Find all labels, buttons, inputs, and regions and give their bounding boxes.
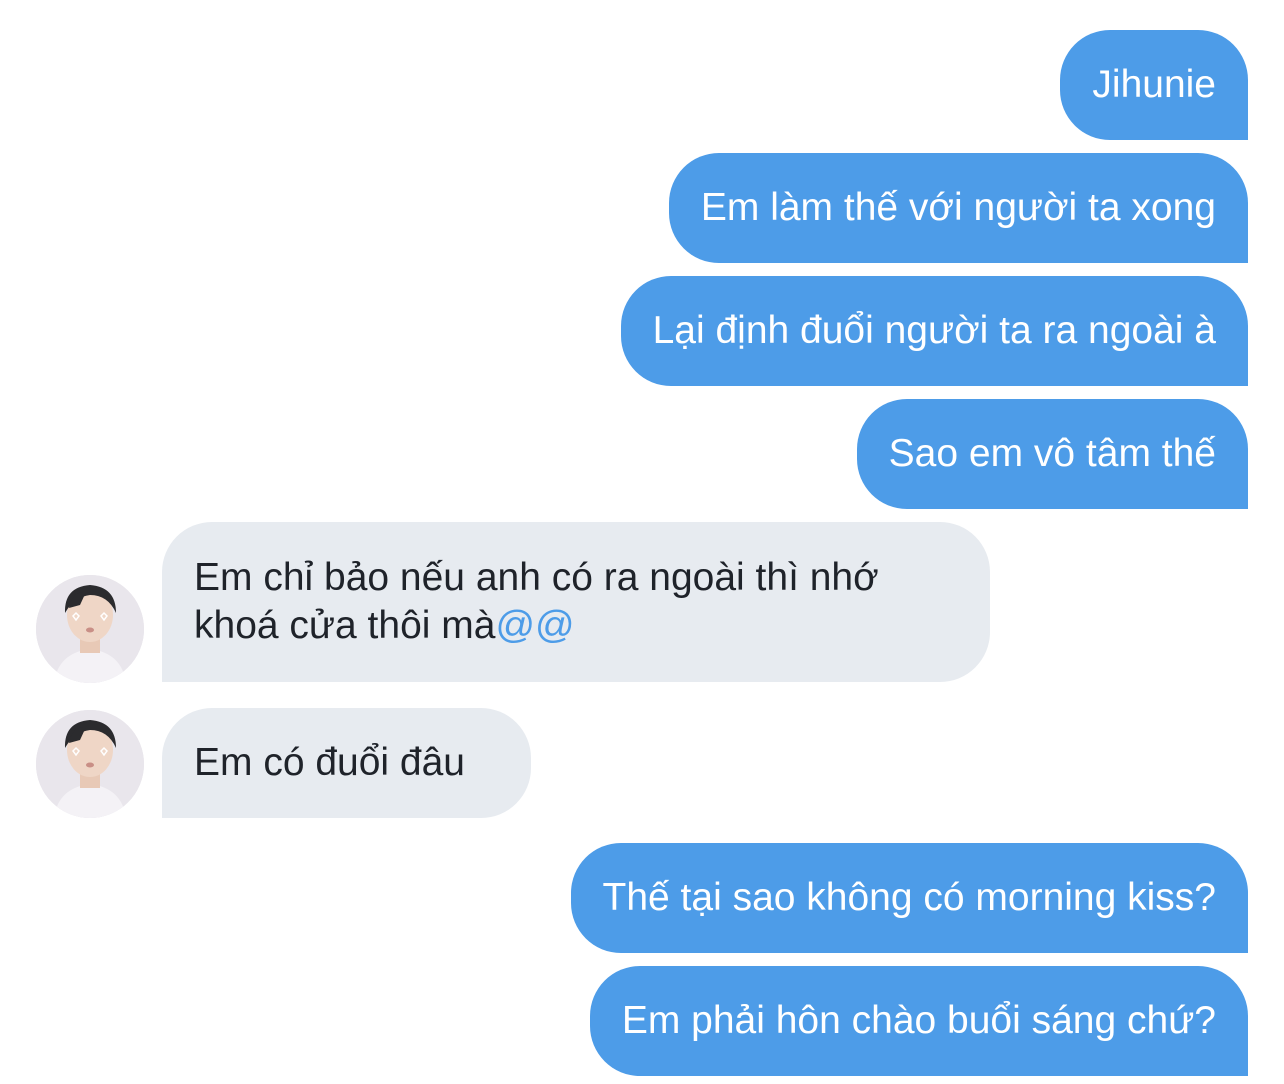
message-text: Jihunie xyxy=(1092,63,1216,106)
message-bubble-outgoing[interactable]: Em làm thế với người ta xong xyxy=(668,153,1248,263)
message-bubble-outgoing[interactable]: Jihunie xyxy=(1060,30,1248,140)
message-text: Lại định đuổi người ta ra ngoài à xyxy=(652,309,1216,352)
message-bubble-outgoing[interactable]: Lại định đuổi người ta ra ngoài à xyxy=(620,276,1248,386)
message-text: Sao em vô tâm thế xyxy=(888,432,1216,475)
message-text: Em làm thế với người ta xong xyxy=(700,186,1216,229)
avatar-photo xyxy=(36,575,144,683)
message-bubble-outgoing[interactable]: Em phải hôn chào buổi sáng chứ? xyxy=(589,966,1248,1076)
message-bubble-outgoing[interactable]: Thế tại sao không có morning kiss? xyxy=(570,843,1248,953)
message-text: Em phải hôn chào buổi sáng chứ? xyxy=(621,999,1216,1042)
message-bubble-incoming[interactable]: Em chỉ bảo nếu anh có ra ngoài thì nhớ k… xyxy=(162,522,990,682)
avatar[interactable] xyxy=(36,710,144,818)
message-text-line-1: Em chỉ bảo nếu anh có ra ngoài thì nhớ xyxy=(194,556,879,599)
avatar-photo xyxy=(36,710,144,818)
message-bubble-outgoing[interactable]: Sao em vô tâm thế xyxy=(856,399,1248,509)
message-text: Thế tại sao không có morning kiss? xyxy=(602,876,1217,919)
message-bubble-incoming[interactable]: Em có đuổi đâu xyxy=(162,708,531,818)
mention-text: @@ xyxy=(495,604,575,647)
avatar[interactable] xyxy=(36,575,144,683)
message-text-line-2: khoá cửa thôi mà@@ xyxy=(194,602,958,650)
message-text-line-2-body: khoá cửa thôi mà xyxy=(194,604,496,647)
message-text: Em có đuổi đâu xyxy=(194,741,466,784)
